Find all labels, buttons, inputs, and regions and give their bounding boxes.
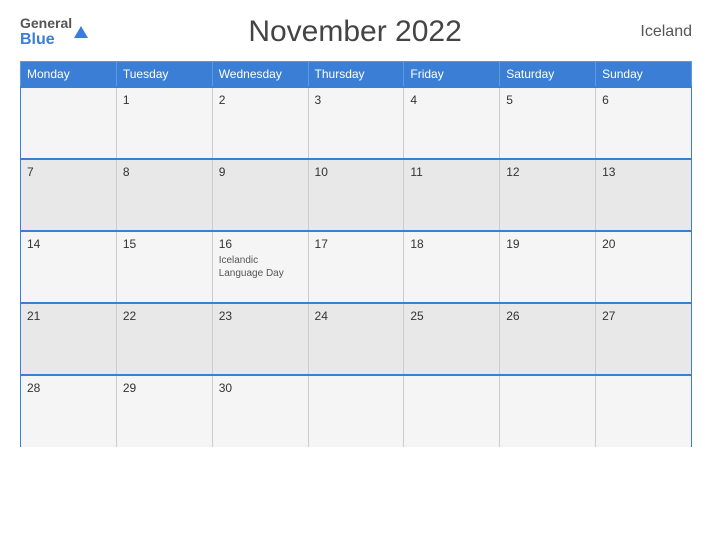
- calendar-header: General Blue November 2022 Iceland: [20, 15, 692, 49]
- calendar-day-cell: 13: [596, 159, 692, 231]
- calendar-page: General Blue November 2022 Iceland Monda…: [0, 0, 712, 550]
- day-event: Icelandic Language Day: [219, 254, 302, 280]
- day-number: 15: [123, 237, 206, 251]
- logo-blue-text: Blue: [20, 31, 72, 49]
- col-friday: Friday: [404, 62, 500, 88]
- day-number: 24: [315, 309, 398, 323]
- day-number: 22: [123, 309, 206, 323]
- day-number: 26: [506, 309, 589, 323]
- day-number: 8: [123, 165, 206, 179]
- day-number: 13: [602, 165, 685, 179]
- calendar-day-cell: 19: [500, 231, 596, 303]
- day-number: 10: [315, 165, 398, 179]
- day-number: 19: [506, 237, 589, 251]
- calendar-day-cell: 23: [212, 303, 308, 375]
- calendar-day-cell: 4: [404, 87, 500, 159]
- calendar-week-row: 28 29 30: [21, 375, 692, 447]
- calendar-day-cell: 14: [21, 231, 117, 303]
- day-number: 29: [123, 381, 206, 395]
- calendar-day-cell: 22: [116, 303, 212, 375]
- calendar-day-cell: 16 Icelandic Language Day: [212, 231, 308, 303]
- col-thursday: Thursday: [308, 62, 404, 88]
- weekday-header-row: Monday Tuesday Wednesday Thursday Friday…: [21, 62, 692, 88]
- calendar-week-row: 14 15 16 Icelandic Language Day 17 18 19 20: [21, 231, 692, 303]
- day-number: 2: [219, 93, 302, 107]
- day-number: 21: [27, 309, 110, 323]
- day-number: 5: [506, 93, 589, 107]
- col-tuesday: Tuesday: [116, 62, 212, 88]
- day-number: 30: [219, 381, 302, 395]
- calendar-day-cell: 26: [500, 303, 596, 375]
- day-number: 11: [410, 165, 493, 179]
- logo-general-text: General: [20, 16, 72, 31]
- calendar-day-cell: 27: [596, 303, 692, 375]
- calendar-day-cell: 12: [500, 159, 596, 231]
- day-number: 6: [602, 93, 685, 107]
- logo: General Blue: [20, 16, 88, 49]
- calendar-title: November 2022: [88, 15, 622, 49]
- col-sunday: Sunday: [596, 62, 692, 88]
- day-number: 12: [506, 165, 589, 179]
- calendar-day-cell: [21, 87, 117, 159]
- calendar-body: 12345678910111213141516Icelandic Languag…: [21, 87, 692, 447]
- day-number: 18: [410, 237, 493, 251]
- day-number: 16: [219, 237, 302, 251]
- day-number: 23: [219, 309, 302, 323]
- day-number: 20: [602, 237, 685, 251]
- calendar-week-row: 123456: [21, 87, 692, 159]
- calendar-day-cell: 8: [116, 159, 212, 231]
- calendar-day-cell: 11: [404, 159, 500, 231]
- calendar-day-cell: 29: [116, 375, 212, 447]
- calendar-day-cell: 9: [212, 159, 308, 231]
- day-number: 28: [27, 381, 110, 395]
- calendar-day-cell: 21: [21, 303, 117, 375]
- day-number: 25: [410, 309, 493, 323]
- calendar-day-cell: 3: [308, 87, 404, 159]
- calendar-day-cell: 2: [212, 87, 308, 159]
- calendar-day-cell: 5: [500, 87, 596, 159]
- calendar-day-cell: 1: [116, 87, 212, 159]
- calendar-day-cell: 25: [404, 303, 500, 375]
- day-number: 3: [315, 93, 398, 107]
- day-number: 1: [123, 93, 206, 107]
- calendar-day-cell: 24: [308, 303, 404, 375]
- calendar-week-row: 21 22 23 24 25 26 27: [21, 303, 692, 375]
- calendar-table: Monday Tuesday Wednesday Thursday Friday…: [20, 61, 692, 447]
- calendar-day-cell: 7: [21, 159, 117, 231]
- calendar-day-cell: 18: [404, 231, 500, 303]
- calendar-day-cell: 20: [596, 231, 692, 303]
- day-number: 27: [602, 309, 685, 323]
- calendar-day-cell: 15: [116, 231, 212, 303]
- col-saturday: Saturday: [500, 62, 596, 88]
- day-number: 7: [27, 165, 110, 179]
- day-number: 17: [315, 237, 398, 251]
- day-number: 14: [27, 237, 110, 251]
- col-wednesday: Wednesday: [212, 62, 308, 88]
- calendar-day-cell: [308, 375, 404, 447]
- calendar-day-cell: [500, 375, 596, 447]
- logo-triangle-icon: [74, 26, 88, 38]
- country-name: Iceland: [622, 23, 692, 41]
- day-number: 9: [219, 165, 302, 179]
- day-number: 4: [410, 93, 493, 107]
- calendar-day-cell: [596, 375, 692, 447]
- col-monday: Monday: [21, 62, 117, 88]
- calendar-day-cell: [404, 375, 500, 447]
- calendar-day-cell: 28: [21, 375, 117, 447]
- calendar-day-cell: 17: [308, 231, 404, 303]
- calendar-day-cell: 30: [212, 375, 308, 447]
- calendar-week-row: 789 10 11 12 13: [21, 159, 692, 231]
- calendar-day-cell: 10: [308, 159, 404, 231]
- calendar-day-cell: 6: [596, 87, 692, 159]
